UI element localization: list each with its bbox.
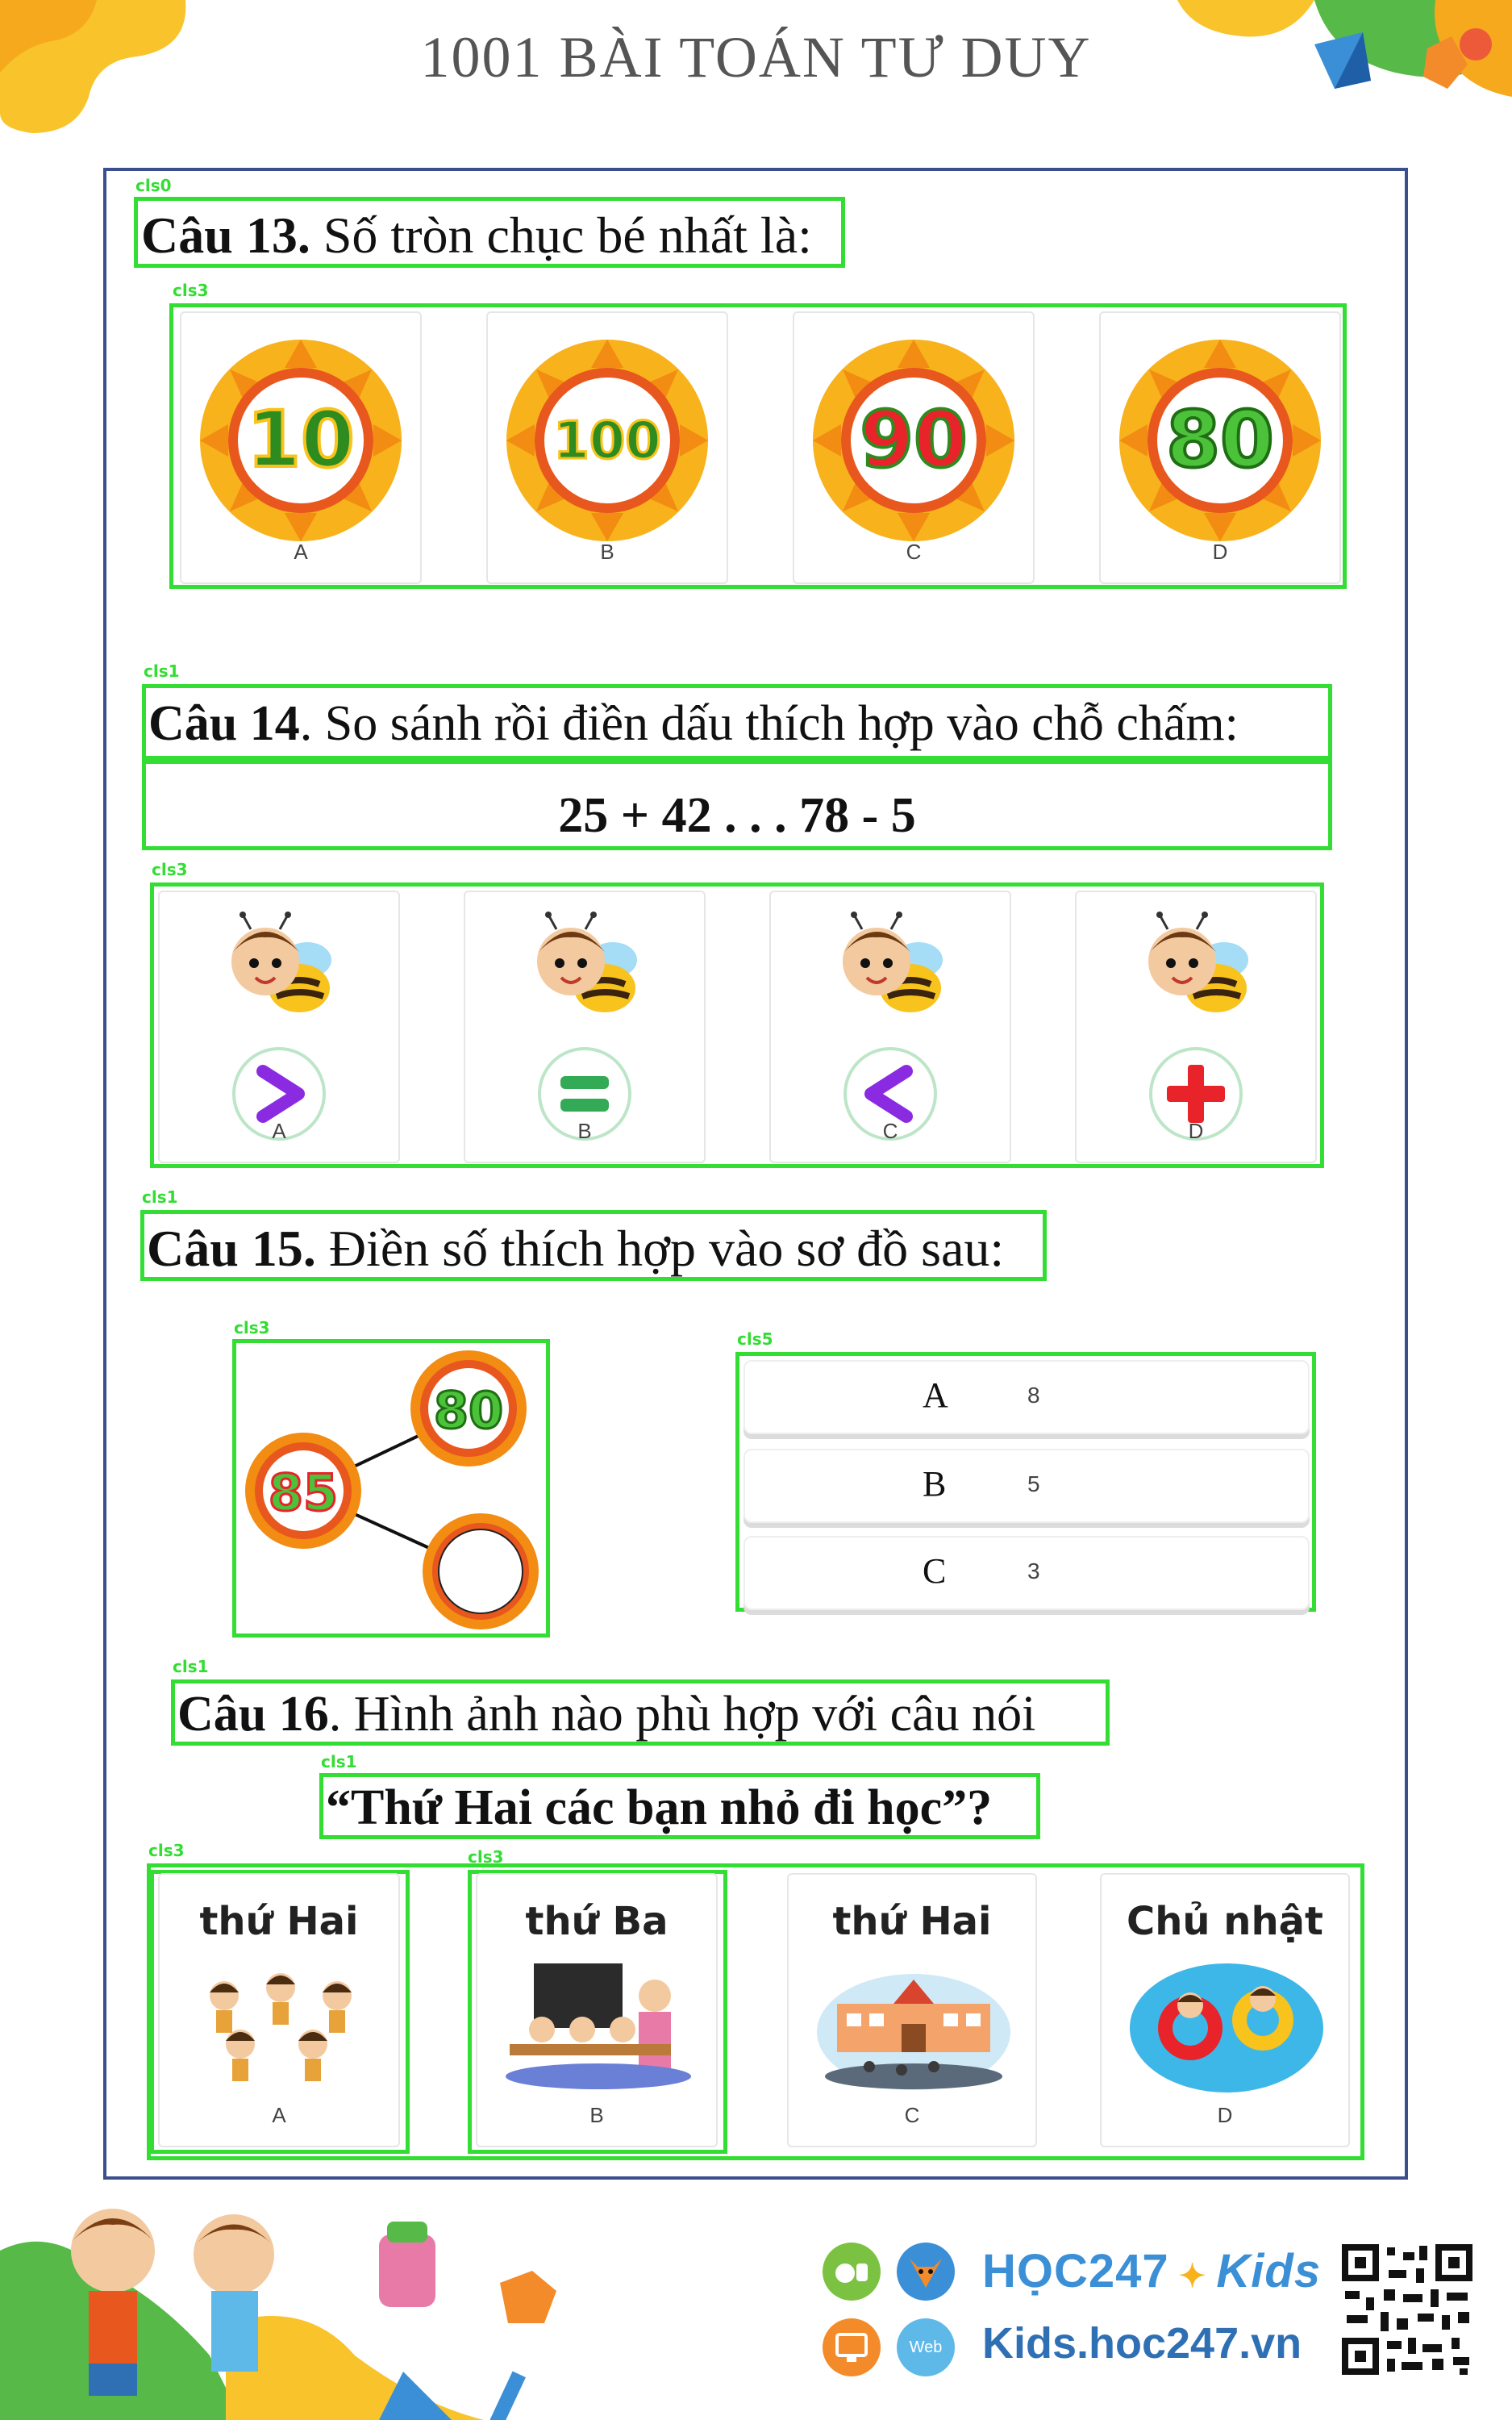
option-card-b[interactable]: thứ Ba B — [476, 1873, 718, 2147]
option-letter: B — [577, 1119, 592, 1143]
option-card-c[interactable]: C — [769, 891, 1011, 1163]
answer-key: B — [923, 1464, 947, 1504]
question-15-title: Câu 15. Điền số thích hợp vào sơ đồ sau: — [147, 1223, 1004, 1275]
question-14-text: . So sánh rồi điền dấu thích hợp vào chỗ… — [299, 696, 1239, 751]
footer-brand[interactable]: HỌC247 ✦ Kids — [982, 2244, 1321, 2298]
option-card-a[interactable]: thứ Hai A — [158, 1873, 400, 2147]
number-diagram: 85 80 — [245, 1350, 539, 1629]
option-letter: D — [1217, 2103, 1233, 2127]
picture-caption: thứ Ba — [525, 1899, 669, 1944]
answer-option-b[interactable]: B 5 — [744, 1449, 1310, 1523]
picture-caption: thứ Hai — [199, 1899, 359, 1944]
swimming-kids-icon — [1130, 1963, 1323, 2092]
math-expression: 25 + 42 . . . 78 - 5 — [558, 788, 916, 843]
option-card-d[interactable]: D — [1075, 891, 1317, 1163]
picture-caption: thứ Hai — [832, 1899, 992, 1944]
footer-website-link[interactable]: Kids.hoc247.vn — [982, 2318, 1302, 2368]
answer-option-a[interactable]: A 8 — [744, 1360, 1310, 1434]
flower-node-empty — [423, 1513, 539, 1629]
children-playing-icon — [210, 1973, 352, 2081]
svg-text:85: 85 — [269, 1463, 338, 1522]
question-16-text: . Hình ảnh nào phù hợp với câu nói — [328, 1687, 1036, 1742]
bee-mascot-icon — [1148, 912, 1248, 1012]
option-letter: A — [272, 1119, 286, 1143]
option-card-c[interactable]: thứ Hai C — [787, 1873, 1037, 2147]
bee-mascot-icon — [537, 912, 637, 1012]
school-building-icon — [817, 1974, 1010, 2090]
web-badge-icon[interactable]: Web — [897, 2318, 955, 2376]
question-13-title: Câu 13. Số tròn chục bé nhất là: — [141, 210, 812, 261]
option-letter: C — [906, 540, 922, 564]
svg-text:10: 10 — [247, 394, 355, 485]
question-16-title: Câu 16. Hình ảnh nào phù hợp với câu nói — [177, 1689, 1035, 1739]
detection-label: cls3 — [148, 1841, 185, 1860]
detection-label: cls0 — [135, 176, 172, 195]
sunflower-icon: 80 — [1119, 340, 1321, 541]
answer-key: C — [923, 1551, 947, 1591]
desktop-icon[interactable] — [823, 2318, 881, 2376]
answer-key: A — [923, 1375, 948, 1415]
option-card-d[interactable]: Chủ nhật D — [1100, 1873, 1350, 2147]
option-letter: B — [589, 2103, 604, 2127]
page-header-title: 1001 BÀI TOÁN TƯ DUY — [420, 25, 1092, 90]
sunflower-icon: 90 — [813, 340, 1014, 541]
option-letter: C — [904, 2103, 920, 2127]
option-card-d[interactable]: 80 D — [1099, 311, 1341, 584]
question-16-quote: “Thứ Hai các bạn nhỏ đi học”? — [326, 1780, 993, 1835]
svg-text:80: 80 — [1166, 394, 1274, 485]
bee-mascot-icon — [231, 912, 331, 1012]
detection-label: cls1 — [173, 1657, 209, 1676]
question-13-prefix: Câu 13. — [141, 207, 310, 264]
option-letter: B — [600, 540, 614, 564]
classroom-icon — [506, 1963, 691, 2089]
detection-label: cls5 — [737, 1329, 773, 1349]
option-card-a[interactable]: A — [158, 891, 400, 1163]
svg-text:90: 90 — [860, 394, 968, 485]
answer-value: 3 — [1027, 1558, 1040, 1583]
option-card-b[interactable]: B — [464, 891, 706, 1163]
detection-label: cls3 — [173, 281, 209, 300]
brand-suffix: Kids — [1216, 2245, 1322, 2297]
detection-label: cls1 — [142, 1187, 178, 1207]
question-14-title: Câu 14. So sánh rồi điền dấu thích hợp v… — [148, 699, 1239, 749]
picture-caption: Chủ nhật — [1127, 1899, 1323, 1944]
detection-label: cls3 — [234, 1318, 270, 1337]
footer-kids-illustration — [0, 2209, 556, 2420]
sunflower-icon: 10 — [200, 340, 402, 541]
option-card-c[interactable]: 90 C — [793, 311, 1035, 584]
svg-text:80: 80 — [434, 1381, 503, 1440]
detection-label: cls3 — [152, 860, 188, 879]
bee-mascot-icon — [843, 912, 943, 1012]
question-14-prefix: Câu 14 — [148, 696, 300, 751]
fox-mascot-icon[interactable] — [897, 2243, 955, 2301]
brand-name: HỌC247 — [982, 2245, 1169, 2297]
question-15-text: Điền số thích hợp vào sơ đồ sau: — [315, 1220, 1005, 1277]
option-letter: A — [294, 540, 308, 564]
option-letter: D — [1212, 540, 1228, 564]
answer-value: 5 — [1027, 1471, 1040, 1496]
option-letter: C — [882, 1119, 898, 1143]
answer-option-c[interactable]: C 3 — [744, 1536, 1310, 1610]
option-letter: D — [1188, 1119, 1204, 1143]
question-13-text: Số tròn chục bé nhất là: — [310, 207, 812, 264]
question-15-prefix: Câu 15. — [147, 1220, 316, 1277]
qr-code-icon[interactable] — [1339, 2241, 1476, 2378]
flower-node-80: 80 — [410, 1350, 527, 1467]
option-card-b[interactable]: 100 B — [486, 311, 728, 584]
flower-node-85: 85 — [245, 1433, 361, 1549]
svg-text:100: 100 — [553, 411, 661, 471]
detection-label: cls1 — [144, 661, 180, 681]
question-16-prefix: Câu 16 — [177, 1687, 329, 1742]
option-card-a[interactable]: 10 A — [180, 311, 422, 584]
sunflower-icon: 100 — [506, 340, 708, 541]
android-ios-icon[interactable] — [823, 2243, 881, 2301]
answer-value: 8 — [1027, 1383, 1040, 1408]
option-letter: A — [272, 2103, 286, 2127]
detection-label: cls1 — [321, 1752, 357, 1771]
